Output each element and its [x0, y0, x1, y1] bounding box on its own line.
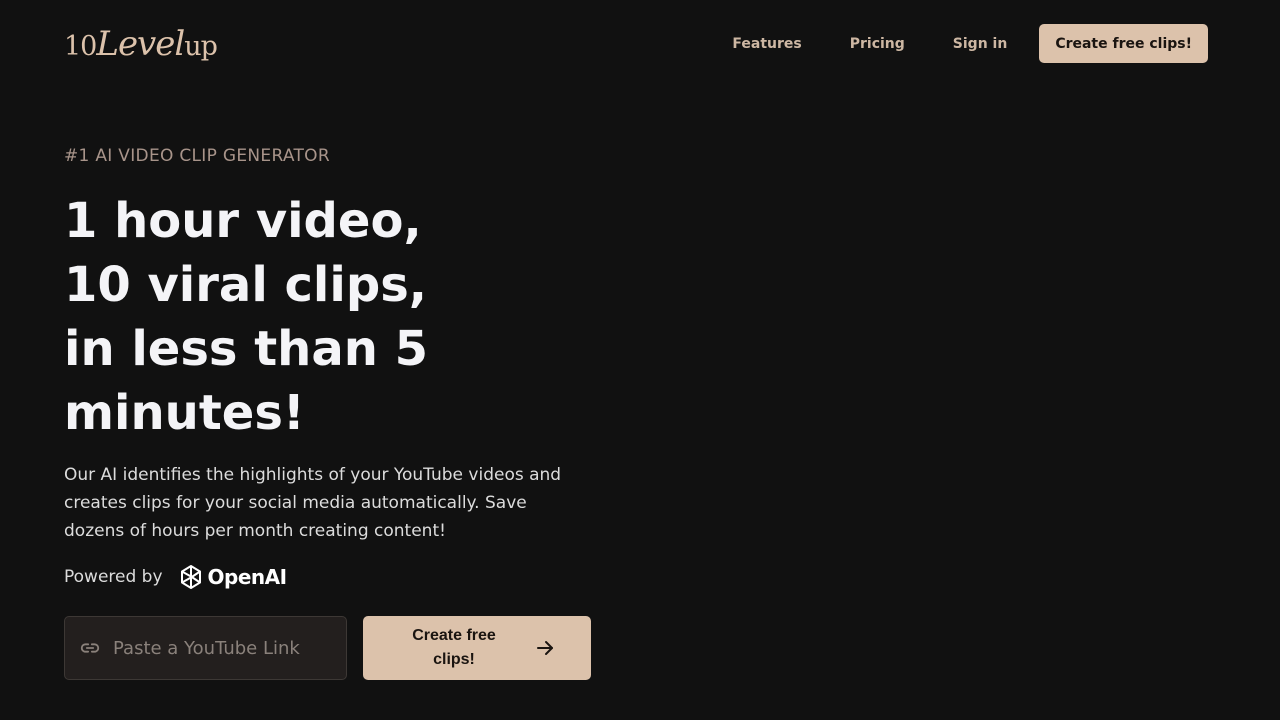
main-nav: Features Pricing Sign in Create free cli… — [708, 24, 1208, 63]
link-icon — [80, 643, 100, 653]
openai-logo: OpenAI — [177, 563, 287, 591]
hero-description: Our AI identifies the highlights of your… — [64, 465, 562, 541]
clip-form: Create free clips! — [64, 616, 591, 680]
logo[interactable]: 10 Level up — [64, 24, 218, 66]
hero-eyebrow: #1 AI VIDEO CLIP GENERATOR — [64, 146, 330, 166]
powered-by-label: Powered by — [64, 567, 163, 587]
site-header: 10 Level up Features Pricing Sign in Cre… — [0, 0, 1280, 86]
create-clips-label: Create free clips! — [412, 627, 496, 668]
openai-wordmark: OpenAI — [207, 565, 288, 589]
create-clips-button[interactable]: Create free clips! — [363, 616, 591, 680]
headline-line-2: 10 viral clips, — [64, 257, 427, 313]
headline-line-4: minutes! — [64, 385, 305, 441]
hero-headline: 1 hour video, 10 viral clips, in less th… — [64, 189, 624, 445]
hero-section: #1 AI VIDEO CLIP GENERATOR 1 hour video,… — [64, 140, 624, 593]
openai-icon — [180, 565, 201, 589]
arrow-right-icon — [535, 638, 555, 658]
youtube-link-input[interactable] — [113, 637, 333, 659]
nav-sign-in[interactable]: Sign in — [929, 36, 1032, 52]
logo-level: Level — [96, 24, 185, 64]
nav-create-clips-button[interactable]: Create free clips! — [1039, 24, 1208, 63]
logo-up: up — [184, 31, 218, 62]
headline-line-1: 1 hour video, — [64, 193, 422, 249]
logo-number: 10 — [64, 31, 97, 62]
nav-features[interactable]: Features — [708, 36, 825, 52]
powered-by: Powered by OpenAI — [64, 561, 624, 593]
headline-line-3: in less than 5 — [64, 321, 428, 377]
youtube-link-field[interactable] — [64, 616, 347, 680]
nav-pricing[interactable]: Pricing — [826, 36, 929, 52]
